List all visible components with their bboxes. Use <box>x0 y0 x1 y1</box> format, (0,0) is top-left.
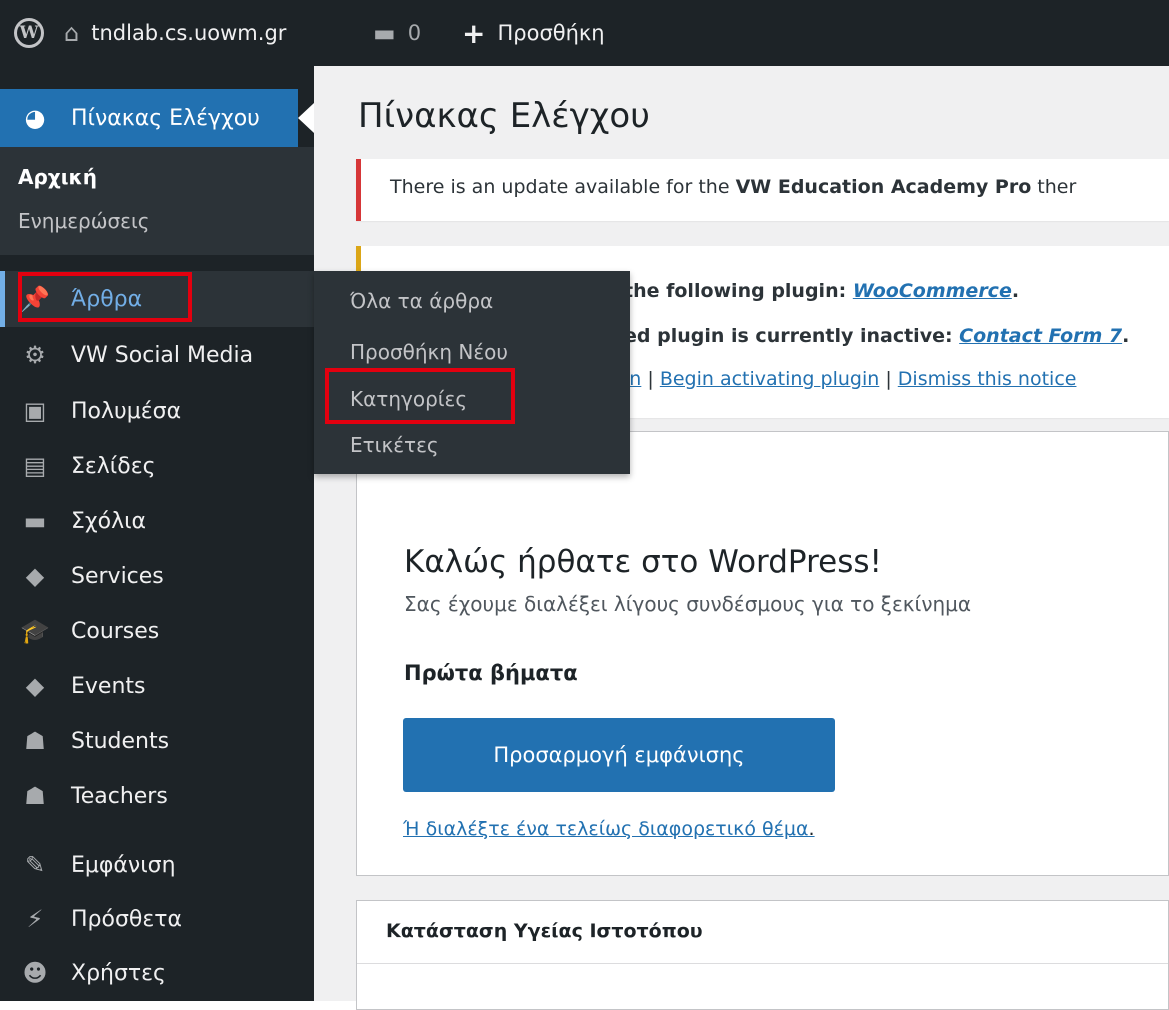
posts-flyout-menu: Όλα τα άρθρα Προσθήκη Νέου Κατηγορίες Ετ… <box>314 271 630 474</box>
admin-sidebar: ◕ Πίνακας Ελέγχου Αρχική Ενημερώσεις 📌 Ά… <box>0 66 314 1001</box>
first-steps-heading: Πρώτα βήματα <box>404 661 578 685</box>
divider <box>357 963 1168 964</box>
main-content: Πίνακας Ελέγχου There is an update avail… <box>314 66 1169 1010</box>
choose-theme-link[interactable]: Ή διαλέξτε ένα τελείως διαφορετικό θέμα. <box>403 818 815 840</box>
comment-icon: ▬ <box>23 507 47 535</box>
sidebar-item-dashboard[interactable]: ◕ Πίνακας Ελέγχου <box>0 89 298 147</box>
sidebar-item-pages[interactable]: ▤ Σελίδες <box>0 438 314 494</box>
comment-icon: ▬ <box>373 19 396 47</box>
sidebar-item-label: Πίνακας Ελέγχου <box>71 105 260 131</box>
theme-update-notice: There is an update available for the VW … <box>356 159 1169 221</box>
notice-text: There is an update available for the VW … <box>390 176 1077 198</box>
flyout-add-new[interactable]: Προσθήκη Νέου <box>350 340 508 364</box>
plugin-actions: in | Begin activating plugin | Dismiss t… <box>624 368 1077 390</box>
graduation-cap-icon: 🎓 <box>20 617 50 645</box>
dashboard-icon: ◕ <box>24 104 46 132</box>
welcome-title: Καλώς ήρθατε στο WordPress! <box>404 544 882 580</box>
wordpress-logo-icon[interactable]: W <box>14 0 44 66</box>
flyout-tags[interactable]: Ετικέτες <box>350 433 439 457</box>
submenu-updates[interactable]: Ενημερώσεις <box>18 209 149 233</box>
dismiss-notice-link[interactable]: Dismiss this notice <box>898 368 1077 390</box>
sidebar-item-label: Άρθρα <box>71 286 143 312</box>
flyout-all-posts[interactable]: Όλα τα άρθρα <box>350 289 493 313</box>
sidebar-item-services[interactable]: ◆ Services <box>0 548 314 604</box>
woocommerce-link[interactable]: WooCommerce <box>853 280 1012 302</box>
contact-form-7-link[interactable]: Contact Form 7 <box>959 325 1122 347</box>
sidebar-item-label: Courses <box>71 618 160 644</box>
tag-icon: ◆ <box>25 672 45 700</box>
sidebar-item-courses[interactable]: 🎓 Courses <box>0 603 314 659</box>
sidebar-item-comments[interactable]: ▬ Σχόλια <box>0 493 314 549</box>
sidebar-item-label: Σχόλια <box>71 508 147 534</box>
flyout-categories[interactable]: Κατηγορίες <box>350 387 467 411</box>
theme-name: VW Education Academy Pro <box>735 176 1032 198</box>
dashboard-submenu: Αρχική Ενημερώσεις <box>0 147 314 255</box>
widget-title: Κατάσταση Υγείας Ιστοτόπου <box>386 920 703 942</box>
begin-activating-link[interactable]: Begin activating plugin <box>660 368 879 390</box>
page-icon: ▤ <box>23 452 47 480</box>
sidebar-item-posts[interactable]: 📌 Άρθρα <box>0 271 314 327</box>
sidebar-item-students[interactable]: ☗ Students <box>0 713 314 769</box>
gear-icon: ⚙ <box>24 341 46 369</box>
welcome-panel: Καλώς ήρθατε στο WordPress! Σας έχουμε δ… <box>356 431 1169 876</box>
plugin-icon: ⚡ <box>26 905 44 933</box>
sidebar-item-users[interactable]: ☻ Χρήστες <box>0 945 314 1001</box>
sidebar-item-label: Teachers <box>71 783 168 809</box>
new-content-link[interactable]: + Προσθήκη <box>462 0 605 66</box>
users-icon: ☗ <box>24 727 46 755</box>
sidebar-item-label: Εμφάνιση <box>71 852 176 878</box>
new-label: Προσθήκη <box>497 21 605 45</box>
sidebar-item-media[interactable]: ▣ Πολυμέσα <box>0 383 314 439</box>
sidebar-item-label: Χρήστες <box>71 960 166 986</box>
site-name: tndlab.cs.uowm.gr <box>91 21 287 45</box>
customize-button[interactable]: Προσαρμογή εμφάνισης <box>403 718 835 792</box>
sidebar-item-label: Πρόσθετα <box>71 906 183 932</box>
sidebar-item-events[interactable]: ◆ Events <box>0 658 314 714</box>
comments-count: 0 <box>407 21 422 45</box>
admin-bar: W ⌂ tndlab.cs.uowm.gr ▬ 0 + Προσθήκη <box>0 0 1169 66</box>
sidebar-item-label: Σελίδες <box>71 453 156 479</box>
site-name-link[interactable]: ⌂ tndlab.cs.uowm.gr <box>64 0 286 66</box>
users-icon: ☗ <box>24 782 46 810</box>
sidebar-item-appearance[interactable]: ✎ Εμφάνιση <box>0 837 314 893</box>
sidebar-item-teachers[interactable]: ☗ Teachers <box>0 768 314 824</box>
flyout-pointer <box>298 290 314 310</box>
welcome-subtitle: Σας έχουμε διαλέξει λίγους συνδέσμους γι… <box>404 592 972 616</box>
current-menu-arrow <box>298 103 314 133</box>
plugin-notice-line: the following plugin: WooCommerce. <box>624 280 1020 302</box>
plus-icon: + <box>462 16 486 50</box>
sidebar-item-plugins[interactable]: ⚡ Πρόσθετα <box>0 891 314 947</box>
sidebar-item-label: Students <box>71 728 170 754</box>
user-icon: ☻ <box>22 959 48 987</box>
site-health-widget: Κατάσταση Υγείας Ιστοτόπου <box>356 900 1169 1010</box>
brush-icon: ✎ <box>24 851 46 879</box>
sidebar-item-label: Services <box>71 563 164 589</box>
submenu-home[interactable]: Αρχική <box>18 165 97 189</box>
plugin-notice-line: ed plugin is currently inactive: Contact… <box>624 325 1130 347</box>
media-icon: ▣ <box>23 397 47 425</box>
sidebar-item-label: VW Social Media <box>71 342 254 368</box>
sidebar-item-vw-social-media[interactable]: ⚙ VW Social Media <box>0 327 314 383</box>
tag-icon: ◆ <box>25 562 45 590</box>
comments-link[interactable]: ▬ 0 <box>373 0 421 66</box>
home-icon: ⌂ <box>64 19 80 47</box>
sidebar-item-label: Πολυμέσα <box>71 398 182 424</box>
pin-icon: 📌 <box>20 285 50 313</box>
hover-indicator <box>0 271 5 327</box>
page-title: Πίνακας Ελέγχου <box>358 96 650 136</box>
sidebar-item-label: Events <box>71 673 146 699</box>
